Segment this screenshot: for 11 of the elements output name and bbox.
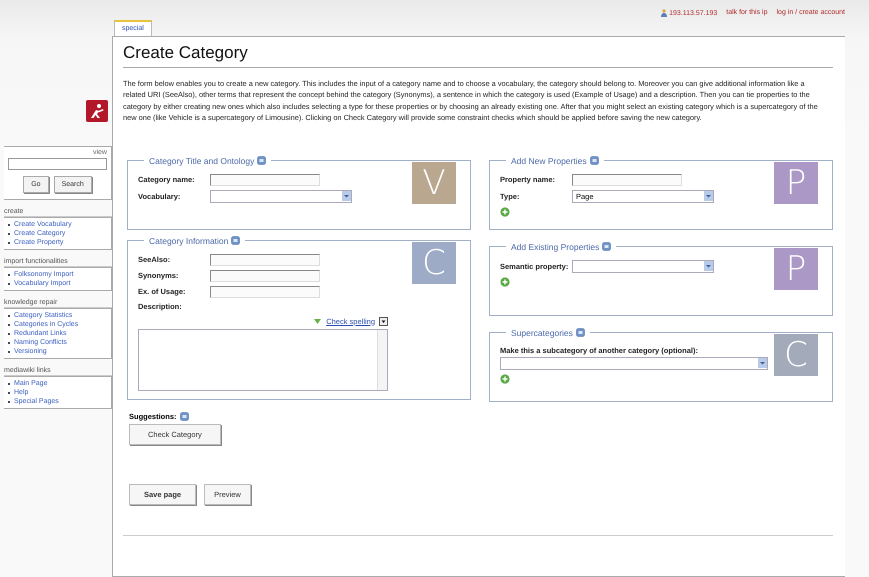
section-title: Category Title and Ontology	[149, 156, 254, 166]
section-badge: C	[412, 242, 456, 284]
section-title: Add New Properties	[511, 156, 587, 166]
section-title: Add Existing Properties	[511, 242, 600, 252]
section-badge: C	[774, 334, 818, 376]
section-title: Category Information	[149, 236, 228, 246]
section-badge: P	[774, 162, 818, 204]
section-title: Supercategories	[511, 328, 573, 338]
section-badge: V	[412, 162, 456, 204]
section-badge: P	[774, 248, 818, 290]
page-title: Create Category	[123, 43, 833, 68]
